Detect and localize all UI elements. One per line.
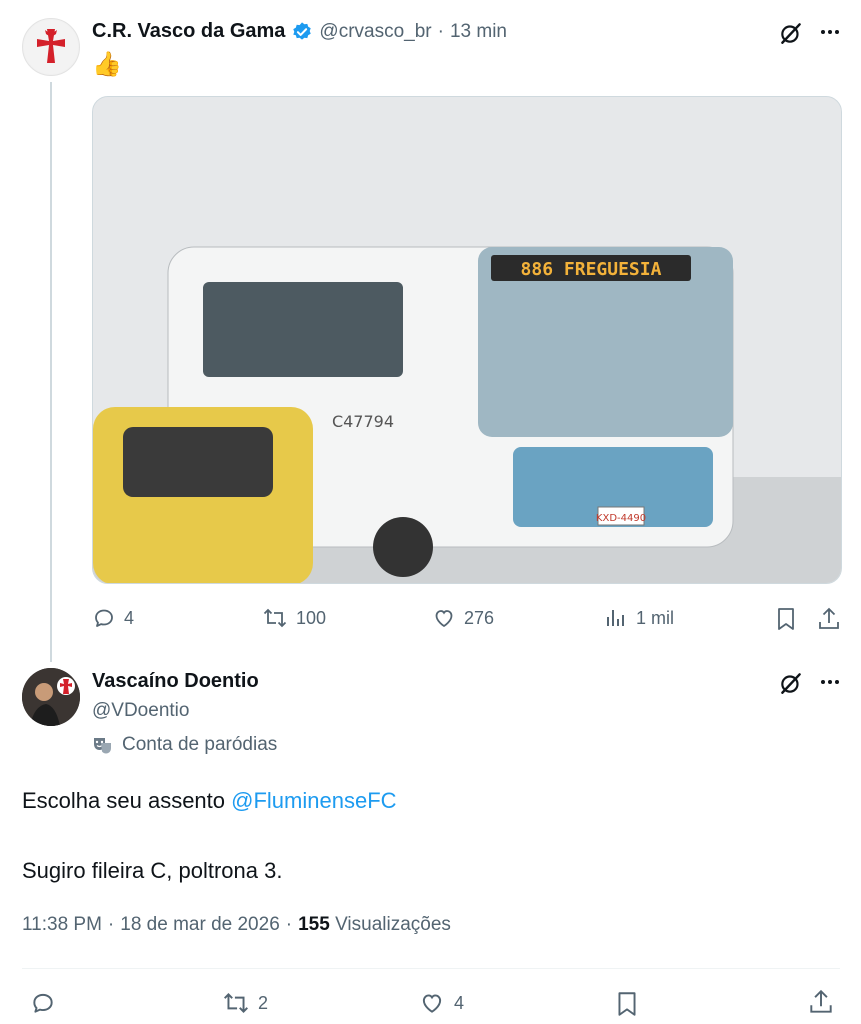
reply-icon <box>95 609 113 627</box>
tweet2-meta: 11:38 PM · 18 de mar de 2026 · 155 Visua… <box>22 914 451 936</box>
bookmark-button[interactable] <box>774 606 798 632</box>
thread-line <box>50 82 52 662</box>
tweet2-author-name[interactable]: Vascaíno Doentio <box>92 670 259 693</box>
views-count: 1 mil <box>636 607 675 628</box>
reply-button[interactable] <box>30 990 56 1016</box>
tweet1-photo[interactable]: 886 FREGUESIA KXD-4490 C47794 <box>92 96 842 584</box>
vasco-avatar[interactable] <box>22 18 80 76</box>
theater-mask-icon <box>94 738 111 754</box>
tweet2-text-line1: Escolha seu assento @FluminenseFC <box>22 788 397 813</box>
views-button[interactable]: 1 mil <box>604 606 674 630</box>
verified-badge-icon <box>291 21 313 43</box>
tweet1-time[interactable]: 13 min <box>450 21 507 43</box>
grok-icon[interactable] <box>778 20 804 46</box>
heart-icon <box>435 610 453 628</box>
share-button[interactable] <box>817 606 841 632</box>
parody-label: Conta de paródias <box>92 734 277 756</box>
share-icon <box>819 607 839 629</box>
mention-link[interactable]: @FluminenseFC <box>231 788 396 813</box>
bus-photo-placeholder: 886 FREGUESIA KXD-4490 C47794 <box>93 97 841 583</box>
more-options-icon[interactable] <box>818 20 842 44</box>
parody-text: Conta de paródias <box>122 734 278 755</box>
bus-destination-sign: 886 FREGUESIA <box>521 259 662 280</box>
repost-count: 2 <box>258 992 269 1013</box>
tweet2-views-count: 155 <box>298 914 330 935</box>
like-count: 276 <box>464 607 495 628</box>
reply-button[interactable]: 4 <box>92 606 134 630</box>
repost-icon <box>224 993 248 1013</box>
vdoentio-avatar[interactable] <box>22 668 80 726</box>
tweet1-author-name[interactable]: C.R. Vasco da Gama <box>92 20 285 43</box>
repost-button[interactable]: 100 <box>262 606 326 630</box>
like-count: 4 <box>454 992 465 1013</box>
tweet2-text-line2: Sugiro fileira C, poltrona 3. <box>22 858 283 883</box>
heart-icon <box>422 994 442 1013</box>
more-options-icon[interactable] <box>818 670 842 694</box>
tweet2-handle[interactable]: @VDoentio <box>92 700 189 722</box>
profile-photo-placeholder <box>22 668 80 726</box>
tweet1-dot: · <box>437 20 444 42</box>
tweet1-handle[interactable]: @crvasco_br <box>319 21 431 43</box>
reply-icon <box>33 993 53 1013</box>
tweet2-time[interactable]: 11:38 PM <box>22 914 102 936</box>
vasco-cross-logo <box>24 20 78 74</box>
share-button[interactable] <box>808 988 834 1016</box>
share-icon <box>810 989 832 1013</box>
bus-plate: KXD-4490 <box>596 513 646 524</box>
bookmark-icon <box>778 608 794 630</box>
repost-count: 100 <box>296 607 327 628</box>
views-chart-icon <box>607 610 624 626</box>
tweet2-views-label: Visualizações <box>335 914 451 935</box>
bookmark-button[interactable] <box>614 990 640 1018</box>
tweet2-date[interactable]: 18 de mar de 2026 <box>120 914 280 936</box>
like-button[interactable]: 276 <box>432 606 494 630</box>
like-button[interactable]: 4 <box>418 990 464 1016</box>
repost-button[interactable]: 2 <box>222 990 268 1016</box>
bookmark-icon <box>618 992 636 1016</box>
divider <box>22 968 840 969</box>
reply-count: 4 <box>124 607 135 628</box>
bus-number: C47794 <box>332 412 394 431</box>
tweet1-header: C.R. Vasco da Gama @crvasco_br · 13 min <box>92 20 507 43</box>
repost-icon <box>263 608 287 628</box>
grok-icon[interactable] <box>778 670 804 696</box>
tweet1-text: 👍 <box>92 51 122 78</box>
